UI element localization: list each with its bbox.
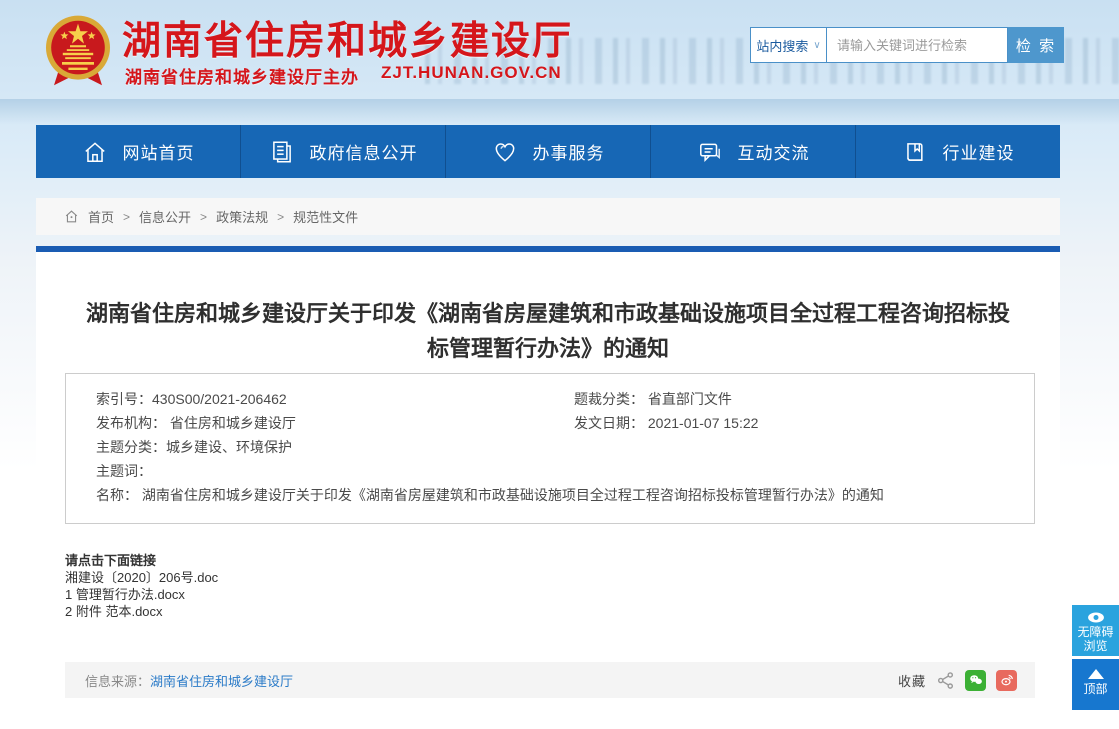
meta-index-label: 索引号： <box>96 391 152 407</box>
book-icon <box>902 139 928 165</box>
breadcrumb-item-normative-docs[interactable]: 规范性文件 <box>293 207 358 226</box>
document-icon <box>269 139 295 165</box>
main-nav: 网站首页 政府信息公开 办事服务 互动交流 行业建设 <box>36 125 1060 178</box>
meta-row: 发布机构： 省住房和城乡建设厅 发文日期： 2021-01-07 15:22 <box>96 411 1014 435</box>
nav-label: 政府信息公开 <box>310 139 418 164</box>
wechat-share-icon[interactable] <box>965 670 986 691</box>
source-bar: 信息来源：湖南省住房和城乡建设厅 收藏 <box>65 662 1035 698</box>
national-emblem-logo[interactable] <box>38 7 118 93</box>
source-link[interactable]: 湖南省住房和城乡建设厅 <box>150 674 293 689</box>
site-search: 站内搜索 ∨ 检 索 <box>750 27 1064 63</box>
meta-genre-value: 省直部门文件 <box>648 391 732 407</box>
home-icon <box>82 139 108 165</box>
breadcrumb-separator: > <box>277 210 284 224</box>
meta-keyword-label: 主题词： <box>96 463 152 479</box>
meta-date-label: 发文日期： <box>574 415 644 431</box>
meta-row: 名称： 湖南省住房和城乡建设厅关于印发《湖南省房屋建筑和市政基础设施项目全过程工… <box>96 483 1014 507</box>
share-cluster: 收藏 <box>898 670 1017 691</box>
nav-item-industry[interactable]: 行业建设 <box>856 125 1060 178</box>
nav-label: 办事服务 <box>533 139 605 164</box>
meta-org-label: 发布机构： <box>96 415 166 431</box>
chat-icon <box>697 139 723 165</box>
attachment-link-template[interactable]: 2 附件 范本.docx <box>65 603 218 620</box>
meta-row: 索引号：430S00/2021-206462 题裁分类： 省直部门文件 <box>96 387 1014 411</box>
accessibility-label-line2: 浏览 <box>1072 639 1119 653</box>
meta-topic-value: 城乡建设、环境保护 <box>166 439 292 455</box>
meta-row: 主题分类：城乡建设、环境保护 <box>96 435 1014 459</box>
article-title: 湖南省住房和城乡建设厅关于印发《湖南省房屋建筑和市政基础设施项目全过程工程咨询招… <box>81 296 1015 366</box>
meta-date-value: 2021-01-07 15:22 <box>648 415 759 431</box>
meta-name-value: 湖南省住房和城乡建设厅关于印发《湖南省房屋建筑和市政基础设施项目全过程工程咨询招… <box>142 487 884 503</box>
breadcrumb-separator: > <box>200 210 207 224</box>
article-card: 湖南省住房和城乡建设厅关于印发《湖南省房屋建筑和市政基础设施项目全过程工程咨询招… <box>36 252 1060 729</box>
chevron-down-icon: ∨ <box>813 40 820 51</box>
breadcrumb-separator: > <box>123 210 130 224</box>
breadcrumb: 首页 > 信息公开 > 政策法规 > 规范性文件 <box>36 198 1060 235</box>
attachment-link-measures[interactable]: 1 管理暂行办法.docx <box>65 586 218 603</box>
meta-row: 主题词： <box>96 459 1014 483</box>
search-button[interactable]: 检 索 <box>1008 27 1064 63</box>
breadcrumb-item-policy[interactable]: 政策法规 <box>216 207 268 226</box>
accessibility-label-line1: 无障碍 <box>1072 625 1119 639</box>
breadcrumb-item-home[interactable]: 首页 <box>88 207 114 226</box>
nav-label: 互动交流 <box>738 139 810 164</box>
site-header: 湖南省住房和城乡建设厅 湖南省住房和城乡建设厅主办 ZJT.HUNAN.GOV.… <box>0 0 1119 125</box>
source-label: 信息来源： <box>85 674 150 689</box>
site-subtitle: 湖南省住房和城乡建设厅主办 ZJT.HUNAN.GOV.CN <box>125 63 562 88</box>
back-to-top-button[interactable]: 顶部 <box>1072 659 1119 710</box>
nav-item-gov-info[interactable]: 政府信息公开 <box>241 125 446 178</box>
weibo-share-icon[interactable] <box>996 670 1017 691</box>
nav-label: 行业建设 <box>943 139 1015 164</box>
breadcrumb-item-info[interactable]: 信息公开 <box>139 207 191 226</box>
attachment-links: 请点击下面链接 湘建设〔2020〕206号.doc 1 管理暂行办法.docx … <box>65 552 218 620</box>
search-scope-dropdown[interactable]: 站内搜索 ∨ <box>750 27 827 63</box>
meta-name-label: 名称： <box>96 487 138 503</box>
article-meta-box: 索引号：430S00/2021-206462 题裁分类： 省直部门文件 发布机构… <box>65 373 1035 524</box>
meta-org-value: 省住房和城乡建设厅 <box>170 415 296 431</box>
search-input[interactable] <box>827 27 1008 63</box>
site-subtitle-url: ZJT.HUNAN.GOV.CN <box>381 63 562 88</box>
links-intro: 请点击下面链接 <box>65 552 218 569</box>
eye-icon <box>1086 611 1106 624</box>
favorite-button[interactable]: 收藏 <box>898 671 926 690</box>
nav-label: 网站首页 <box>123 139 195 164</box>
nav-item-services[interactable]: 办事服务 <box>446 125 651 178</box>
site-subtitle-org: 湖南省住房和城乡建设厅主办 <box>125 63 359 88</box>
attachment-link-doc[interactable]: 湘建设〔2020〕206号.doc <box>65 569 218 586</box>
share-icon[interactable] <box>936 671 955 690</box>
triangle-up-icon <box>1088 669 1104 679</box>
meta-topic-label: 主题分类： <box>96 439 166 455</box>
meta-genre-label: 题裁分类： <box>574 391 644 407</box>
heart-icon <box>492 139 518 165</box>
meta-index-value: 430S00/2021-206462 <box>152 391 287 407</box>
river-decor <box>0 99 1119 125</box>
back-to-top-label: 顶部 <box>1072 682 1119 696</box>
nav-item-interaction[interactable]: 互动交流 <box>651 125 856 178</box>
nav-item-home[interactable]: 网站首页 <box>36 125 241 178</box>
home-icon <box>64 209 79 224</box>
search-scope-label: 站内搜索 <box>756 36 808 55</box>
site-title: 湖南省住房和城乡建设厅 <box>122 10 573 66</box>
accessibility-button[interactable]: 无障碍 浏览 <box>1072 605 1119 656</box>
